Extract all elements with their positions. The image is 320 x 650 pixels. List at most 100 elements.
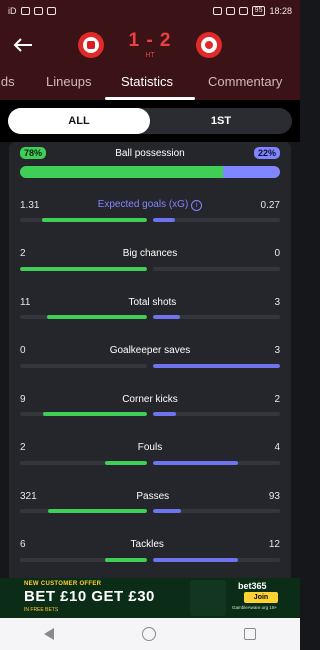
stat-home-track bbox=[20, 509, 147, 513]
stat-label[interactable]: Expected goals (xG) i bbox=[39, 199, 260, 211]
scoreboard: 1 - 2 HT bbox=[78, 27, 222, 63]
battery-icon: 95 bbox=[251, 6, 266, 16]
nav-home-icon[interactable] bbox=[142, 627, 156, 641]
stat-home-bar bbox=[20, 266, 147, 271]
stat-away-track bbox=[153, 315, 280, 319]
statistics-panel[interactable]: 78% Ball possession 22% 1.31 Expected goa… bbox=[0, 142, 300, 578]
match-header: 1 - 2 HT bbox=[0, 22, 300, 68]
stat-home-bar bbox=[47, 509, 147, 513]
possession-bar bbox=[20, 166, 280, 178]
nav-back-icon[interactable] bbox=[44, 628, 54, 640]
stat-away-track bbox=[153, 363, 280, 368]
notification-icon bbox=[46, 7, 56, 15]
ad-player-image bbox=[190, 580, 226, 616]
possession-away-value: 22% bbox=[253, 147, 280, 159]
status-bar: iD 95 18:28 bbox=[0, 0, 300, 22]
stat-away-value: 4 bbox=[274, 442, 280, 453]
bet365-logo: bet365 bbox=[238, 581, 267, 591]
stat-away-track bbox=[153, 218, 280, 222]
signal-icon bbox=[20, 7, 30, 15]
stat-label: Fouls bbox=[26, 442, 275, 453]
stat-home-track bbox=[20, 460, 147, 465]
possession-stat: 78% Ball possession 22% bbox=[20, 146, 280, 178]
stat-row: 1.31 Expected goals (xG) i 0.27 bbox=[20, 198, 280, 230]
possession-away-bar bbox=[222, 166, 280, 178]
stat-row: 2 Big chances 0 bbox=[20, 247, 280, 279]
stat-label: Passes bbox=[37, 491, 269, 502]
stat-label-text: Corner kicks bbox=[122, 393, 178, 405]
stat-away-bar bbox=[153, 363, 280, 368]
stat-home-track bbox=[20, 557, 147, 562]
stat-row: 321 Passes 93 bbox=[20, 489, 280, 521]
possession-home-value: 78% bbox=[20, 147, 47, 159]
back-button[interactable] bbox=[10, 32, 36, 58]
stat-away-track bbox=[153, 557, 280, 562]
stat-label-text: Total shots bbox=[128, 296, 177, 308]
period-filter: ALL 1ST bbox=[0, 100, 300, 142]
stat-home-track bbox=[20, 266, 147, 271]
stat-away-value: 93 bbox=[268, 490, 280, 502]
stat-row: 6 Tackles 12 bbox=[20, 538, 280, 570]
period-all-button[interactable]: ALL bbox=[8, 108, 150, 134]
stat-away-track bbox=[153, 412, 280, 416]
stat-home-value: 11 bbox=[20, 296, 31, 308]
possession-home-bar bbox=[20, 166, 223, 178]
stat-away-value: 12 bbox=[268, 539, 280, 550]
stat-away-track bbox=[153, 266, 280, 271]
possession-label: Ball possession bbox=[115, 147, 185, 159]
active-tab-indicator bbox=[105, 97, 195, 100]
stat-home-bar bbox=[42, 412, 147, 416]
tab-odds[interactable]: ids bbox=[0, 74, 15, 89]
stat-away-track bbox=[153, 460, 280, 465]
eye-icon bbox=[212, 7, 222, 15]
vibrate-icon bbox=[238, 7, 248, 15]
stat-home-track bbox=[20, 218, 147, 222]
stat-away-bar bbox=[153, 218, 175, 222]
tab-commentary[interactable]: Commentary bbox=[208, 74, 282, 89]
ad-join-button[interactable]: Join bbox=[244, 592, 278, 603]
ad-subline: IN FREE BETS bbox=[24, 607, 59, 613]
stat-row: 2 Fouls 4 bbox=[20, 441, 280, 473]
stat-home-bar bbox=[46, 315, 147, 319]
stat-row: 9 Corner kicks 2 bbox=[20, 392, 280, 424]
advertisement-banner[interactable]: NEW CUSTOMER OFFER BET £10 GET £30 IN FR… bbox=[0, 578, 300, 618]
stat-label: Total shots bbox=[30, 297, 274, 308]
stat-home-bar bbox=[105, 557, 147, 562]
away-team-crest[interactable] bbox=[196, 32, 222, 58]
stat-away-bar bbox=[153, 412, 176, 416]
stat-home-bar bbox=[105, 460, 147, 465]
match-tabs: ids Lineups Statistics Commentary bbox=[0, 68, 300, 100]
clock: 18:28 bbox=[269, 6, 292, 16]
nav-recents-icon[interactable] bbox=[244, 628, 256, 640]
stat-away-value: 0 bbox=[274, 248, 280, 259]
stat-label-text: Fouls bbox=[137, 442, 163, 453]
info-icon[interactable]: i bbox=[191, 200, 203, 211]
arrow-left-icon bbox=[13, 38, 32, 52]
system-navigation-bar bbox=[0, 618, 300, 650]
stat-away-value: 3 bbox=[274, 296, 280, 308]
stat-away-bar bbox=[153, 460, 239, 465]
home-team-crest[interactable] bbox=[78, 32, 104, 58]
stat-home-bar bbox=[41, 218, 147, 222]
match-period: HT bbox=[145, 52, 155, 59]
stat-away-track bbox=[153, 509, 280, 513]
period-first-half-button[interactable]: 1ST bbox=[150, 108, 292, 134]
stat-home-track bbox=[20, 315, 147, 319]
tab-statistics[interactable]: Statistics bbox=[121, 74, 173, 89]
stat-home-track bbox=[20, 412, 147, 416]
stat-home-value: 321 bbox=[20, 490, 37, 502]
stat-label-text: Goalkeeper saves bbox=[109, 345, 191, 356]
stat-away-bar bbox=[153, 509, 181, 513]
stat-label: Big chances bbox=[26, 248, 275, 259]
stat-home-value: 1.31 bbox=[20, 199, 40, 211]
stat-label: Corner kicks bbox=[26, 394, 275, 405]
stat-away-value: 2 bbox=[274, 393, 280, 405]
bluetooth-icon bbox=[225, 7, 235, 15]
ad-disclaimer: GambleAware.org 18+ bbox=[232, 605, 278, 610]
stat-away-bar bbox=[153, 315, 180, 319]
stat-row: 11 Total shots 3 bbox=[20, 295, 280, 327]
wifi-icon bbox=[33, 7, 43, 15]
ad-tag: NEW CUSTOMER OFFER bbox=[24, 581, 102, 587]
stat-away-bar bbox=[153, 557, 239, 562]
tab-lineups[interactable]: Lineups bbox=[46, 74, 92, 89]
